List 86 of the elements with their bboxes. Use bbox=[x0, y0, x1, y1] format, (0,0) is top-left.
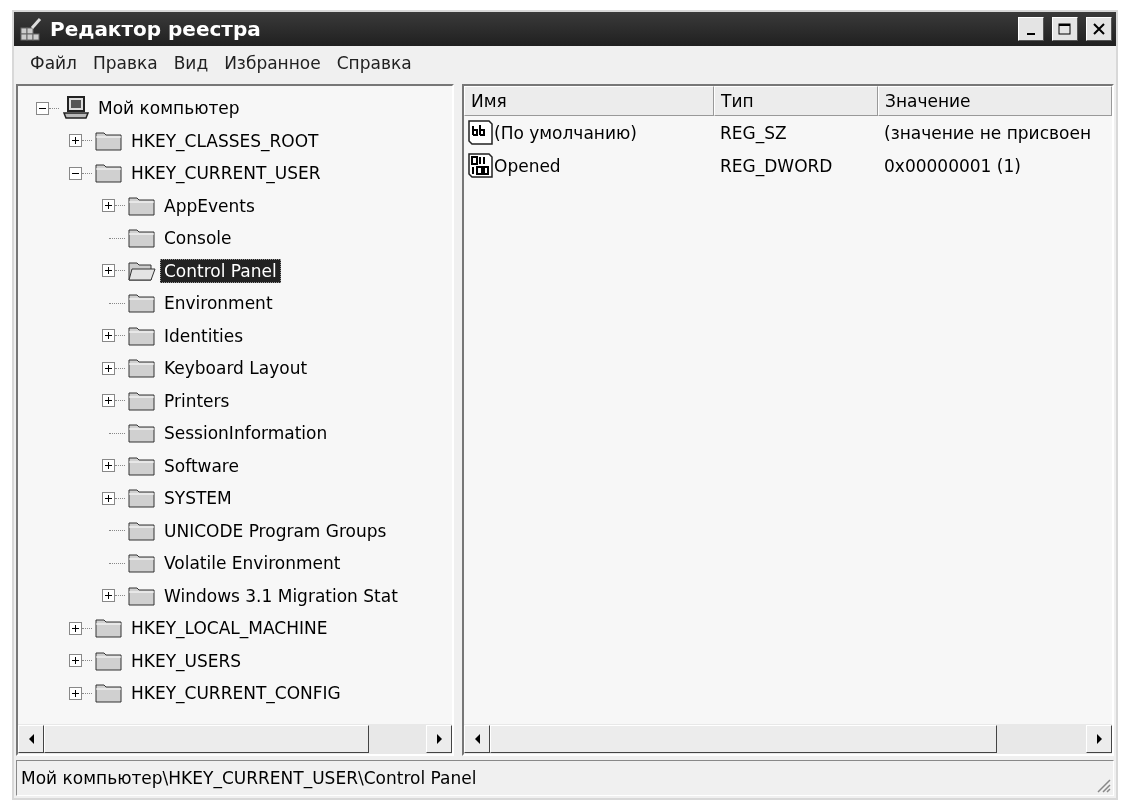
tree-item[interactable]: HKEY_CURRENT_USER bbox=[127, 161, 325, 186]
tree-item[interactable]: Keyboard Layout bbox=[160, 356, 312, 381]
open-folder-icon bbox=[128, 259, 156, 282]
tree-item[interactable]: HKEY_LOCAL_MACHINE bbox=[127, 616, 332, 641]
expand-icon[interactable] bbox=[102, 589, 115, 603]
tree-item[interactable]: Printers bbox=[160, 388, 234, 413]
menu-item[interactable]: Справка bbox=[328, 53, 420, 73]
minimize-button[interactable] bbox=[1018, 17, 1044, 41]
folder-icon bbox=[128, 324, 156, 347]
value-name: Opened bbox=[494, 155, 561, 176]
computer-icon bbox=[62, 96, 90, 121]
scroll-thumb[interactable] bbox=[490, 725, 997, 753]
scroll-thumb[interactable] bbox=[44, 725, 369, 753]
tree-item[interactable]: Windows 3.1 Migration Stat bbox=[160, 583, 402, 608]
tree-item[interactable]: Environment bbox=[160, 291, 277, 316]
tree-item[interactable]: UNICODE Program Groups bbox=[160, 518, 391, 543]
value-name: (По умолчанию) bbox=[494, 122, 637, 143]
column-header[interactable]: Значение bbox=[878, 86, 1112, 116]
value-type: REG_SZ bbox=[719, 122, 788, 143]
folder-icon bbox=[128, 292, 156, 315]
expand-icon[interactable] bbox=[102, 394, 115, 408]
tree-item[interactable]: HKEY_CLASSES_ROOT bbox=[127, 128, 323, 153]
scroll-left-button[interactable] bbox=[18, 725, 44, 753]
folder-icon bbox=[128, 194, 156, 217]
status-path: Мой компьютер\HKEY_CURRENT_USER\Control Panel bbox=[21, 768, 477, 788]
value-type: REG_DWORD bbox=[719, 155, 834, 176]
tree-item[interactable]: SYSTEM bbox=[160, 486, 236, 511]
column-header[interactable]: Тип bbox=[714, 86, 878, 116]
folder-icon bbox=[95, 129, 123, 152]
tree-item[interactable]: Control Panel bbox=[160, 258, 281, 283]
tree-item[interactable]: SessionInformation bbox=[160, 421, 332, 446]
expand-icon[interactable] bbox=[69, 134, 82, 148]
folder-icon bbox=[128, 357, 156, 380]
folder-icon bbox=[128, 519, 156, 542]
menu-item[interactable]: Вид bbox=[165, 53, 217, 73]
maximize-icon bbox=[1058, 23, 1072, 35]
minimize-icon bbox=[1027, 33, 1035, 35]
tree-item[interactable]: HKEY_CURRENT_CONFIG bbox=[127, 681, 345, 706]
folder-icon bbox=[128, 389, 156, 412]
folder-icon bbox=[95, 162, 123, 185]
expand-icon[interactable] bbox=[69, 654, 82, 668]
tree-item[interactable]: AppEvents bbox=[160, 193, 259, 218]
expand-icon[interactable] bbox=[102, 459, 115, 473]
folder-icon bbox=[95, 649, 123, 672]
window-title: Редактор реестра bbox=[50, 17, 262, 41]
value-data: (значение не присвоен bbox=[883, 122, 1092, 143]
menu-item[interactable]: Правка bbox=[84, 53, 166, 73]
horizontal-scrollbar[interactable] bbox=[18, 724, 452, 754]
expand-icon[interactable] bbox=[69, 686, 82, 700]
binary-value-icon bbox=[468, 152, 494, 179]
folder-icon bbox=[128, 227, 156, 250]
folder-icon bbox=[128, 422, 156, 445]
tree-item[interactable]: Console bbox=[160, 226, 236, 251]
folder-icon bbox=[128, 584, 156, 607]
folder-icon bbox=[128, 454, 156, 477]
folder-icon bbox=[128, 552, 156, 575]
expand-icon[interactable] bbox=[69, 621, 82, 635]
scroll-left-button[interactable] bbox=[464, 725, 490, 753]
horizontal-scrollbar[interactable] bbox=[464, 724, 1112, 754]
value-data: 0x00000001 (1) bbox=[883, 155, 1022, 176]
folder-icon bbox=[95, 682, 123, 705]
collapse-icon[interactable] bbox=[69, 166, 82, 180]
menu-item[interactable]: Избранное bbox=[216, 53, 329, 73]
folder-icon bbox=[95, 617, 123, 640]
tree-item[interactable]: Identities bbox=[160, 323, 248, 348]
expand-icon[interactable] bbox=[102, 491, 115, 505]
folder-icon bbox=[128, 487, 156, 510]
maximize-button[interactable] bbox=[1052, 17, 1078, 41]
menu-item[interactable]: Файл bbox=[22, 53, 85, 73]
scroll-right-button[interactable] bbox=[1086, 725, 1112, 753]
expand-icon[interactable] bbox=[102, 329, 115, 343]
collapse-icon[interactable] bbox=[36, 101, 49, 115]
scroll-right-button[interactable] bbox=[426, 725, 452, 753]
tree-item[interactable]: HKEY_USERS bbox=[127, 648, 246, 673]
close-button[interactable] bbox=[1086, 17, 1112, 41]
string-value-icon bbox=[468, 119, 494, 146]
expand-icon[interactable] bbox=[102, 199, 115, 213]
expand-icon[interactable] bbox=[102, 361, 115, 375]
tree-item[interactable]: Volatile Environment bbox=[160, 551, 345, 576]
expand-icon[interactable] bbox=[102, 264, 115, 278]
column-header[interactable]: Имя bbox=[464, 86, 714, 116]
tree-item[interactable]: Software bbox=[160, 453, 243, 478]
registry-editor-icon bbox=[18, 16, 44, 42]
tree-item[interactable]: Мой компьютер bbox=[94, 96, 244, 121]
resize-grip-icon[interactable] bbox=[1095, 777, 1111, 793]
close-icon bbox=[1093, 23, 1105, 35]
